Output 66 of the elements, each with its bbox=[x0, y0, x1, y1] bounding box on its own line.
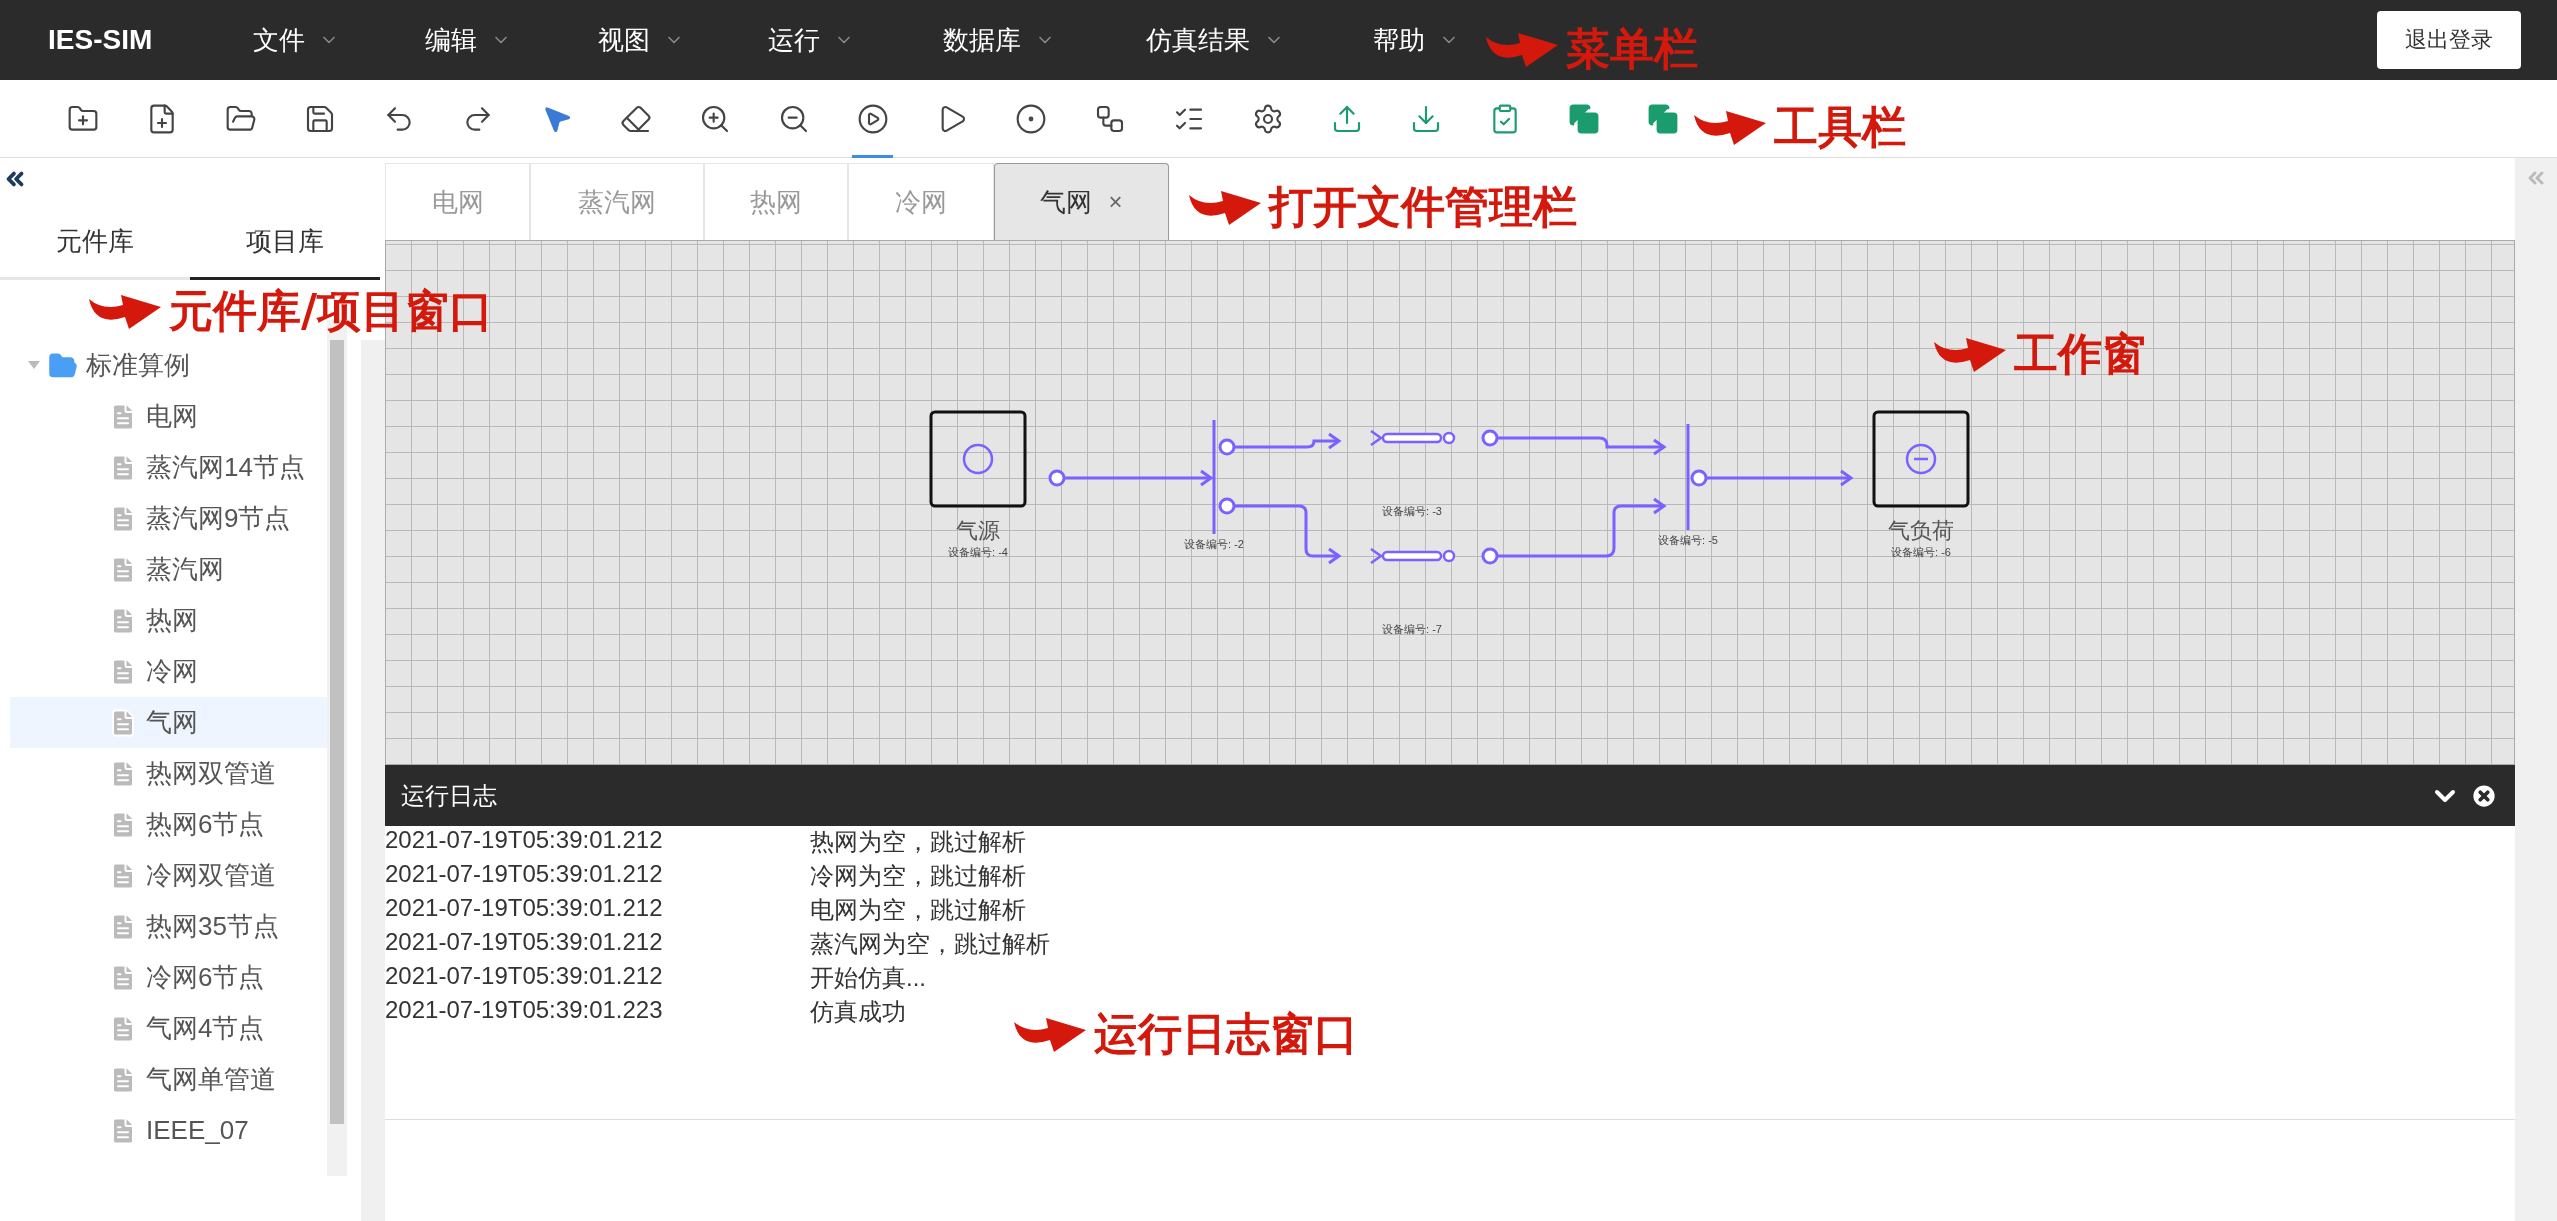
tree-item[interactable]: 气网4节点 bbox=[10, 1003, 328, 1054]
log-message: 电网为空，跳过解析 bbox=[810, 895, 1026, 925]
copy-icon bbox=[1646, 102, 1679, 135]
node-tag: 设备编号: -3 bbox=[1382, 505, 1442, 517]
caret-icon bbox=[28, 360, 40, 371]
tab-label: 气网 bbox=[1040, 185, 1093, 219]
tab-label: 冷网 bbox=[895, 185, 947, 219]
menu-item[interactable]: 仿真结果 bbox=[1146, 22, 1284, 58]
annotation-label: 运行日志窗口 bbox=[1094, 1007, 1358, 1061]
log-time: 2021-07-19T05:39:01.212 bbox=[385, 826, 664, 855]
log-title: 运行日志 bbox=[401, 780, 497, 811]
tree-item[interactable]: 冷网双管道 bbox=[10, 850, 328, 901]
log-message: 开始仿真... bbox=[810, 963, 926, 993]
tree-item[interactable]: 标准算例 bbox=[10, 340, 328, 391]
menu-item[interactable]: 视图 bbox=[598, 22, 684, 58]
menu-item[interactable]: 运行 bbox=[768, 22, 854, 58]
tree-item[interactable]: 蒸汽网 bbox=[10, 544, 328, 595]
tree-item[interactable]: 冷网 bbox=[10, 646, 328, 697]
tree-item[interactable]: 热网 bbox=[10, 595, 328, 646]
tree-item[interactable]: 蒸汽网14节点 bbox=[10, 442, 328, 493]
log-message: 仿真成功 bbox=[810, 997, 906, 1027]
tree-item[interactable]: 蒸汽网9节点 bbox=[10, 493, 328, 544]
sidebar-tab[interactable]: 元件库 bbox=[0, 205, 190, 280]
app-logo: IES-SIM bbox=[48, 24, 154, 56]
node-tag: 设备编号: -6 bbox=[1891, 546, 1951, 558]
node-label: 气源 bbox=[956, 518, 1000, 543]
file-tab[interactable]: 气网 × bbox=[994, 163, 1169, 240]
tree-item[interactable]: 热网35节点 bbox=[10, 901, 328, 952]
log-message: 热网为空，跳过解析 bbox=[810, 827, 1026, 857]
log-message: 冷网为空，跳过解析 bbox=[810, 861, 1026, 891]
log-time: 2021-07-19T05:39:01.212 bbox=[385, 894, 664, 923]
log-time: 2021-07-19T05:39:01.212 bbox=[385, 928, 664, 957]
annotation-label: 元件库/项目窗口 bbox=[169, 284, 494, 338]
copy-icon bbox=[1567, 102, 1600, 135]
annotation-label: 菜单栏 bbox=[1566, 22, 1698, 76]
annotation-label: 打开文件管理栏 bbox=[1269, 180, 1577, 234]
log-time: 2021-07-19T05:39:01.212 bbox=[385, 962, 664, 991]
log-time: 2021-07-19T05:39:01.223 bbox=[385, 996, 664, 1025]
tree-item[interactable]: 气网 bbox=[10, 697, 328, 748]
tree-item[interactable]: 电网 bbox=[10, 391, 328, 442]
tab-close[interactable]: × bbox=[1108, 188, 1123, 216]
menu-item[interactable]: 帮助 bbox=[1373, 22, 1459, 58]
node-tag: 设备编号: -7 bbox=[1382, 623, 1442, 635]
menu-item[interactable]: 编辑 bbox=[425, 22, 511, 58]
tree-item[interactable]: 热网6节点 bbox=[10, 799, 328, 850]
node-label: 气负荷 bbox=[1888, 518, 1954, 543]
tree-item[interactable]: 气网单管道 bbox=[10, 1054, 328, 1105]
menu-item[interactable]: 文件 bbox=[253, 22, 339, 58]
node-tag: 设备编号: -2 bbox=[1184, 538, 1244, 550]
log-message: 蒸汽网为空，跳过解析 bbox=[810, 929, 1050, 959]
tree-item[interactable]: 热网双管道 bbox=[10, 748, 328, 799]
tab-label: 蒸汽网 bbox=[578, 185, 656, 219]
annotation-label: 工具栏 bbox=[1774, 100, 1906, 154]
tree-item[interactable]: 冷网6节点 bbox=[10, 952, 328, 1003]
logout-button[interactable]: 退出登录 bbox=[2377, 11, 2521, 69]
tree-item[interactable]: IEEE_07 bbox=[10, 1105, 328, 1156]
target-icon bbox=[1014, 102, 1047, 135]
play-circle-icon bbox=[856, 102, 889, 135]
log-time: 2021-07-19T05:39:01.212 bbox=[385, 860, 664, 889]
menu-item[interactable]: 数据库 bbox=[943, 22, 1055, 58]
node-tag: 设备编号: -4 bbox=[948, 546, 1008, 558]
sidebar-tab[interactable]: 项目库 bbox=[190, 205, 380, 280]
annotation-label: 工作窗 bbox=[2014, 327, 2146, 381]
tab-label: 电网 bbox=[431, 185, 484, 219]
tab-label: 热网 bbox=[750, 185, 802, 219]
node-tag: 设备编号: -5 bbox=[1658, 534, 1718, 546]
